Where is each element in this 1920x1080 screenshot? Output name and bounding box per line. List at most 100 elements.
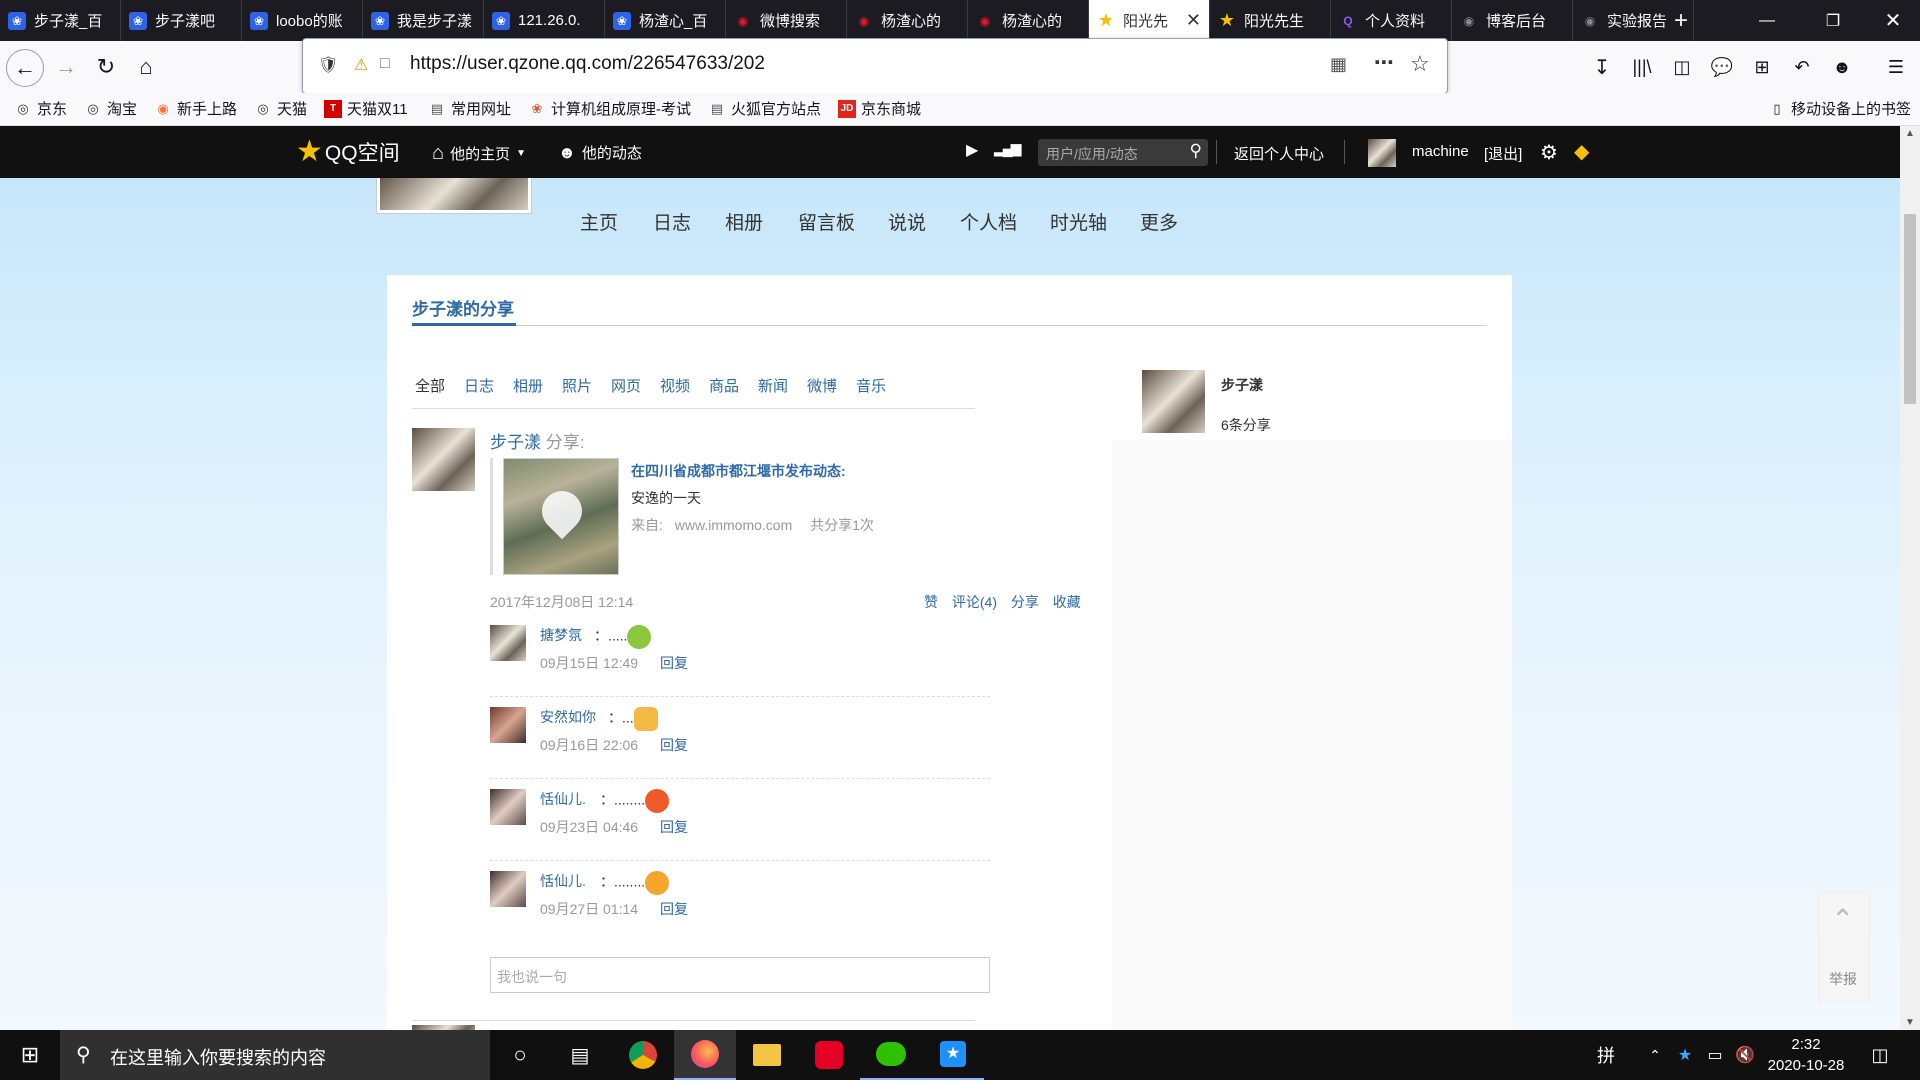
shield-icon[interactable]: 🛡 <box>318 55 338 75</box>
chrome-app-icon[interactable] <box>612 1030 674 1080</box>
nav-home[interactable]: 主页 <box>580 208 618 235</box>
tab-11[interactable]: Q 个人资料 <box>1331 0 1452 41</box>
notification-icon[interactable]: ◫ <box>1860 1030 1900 1080</box>
commenter-name[interactable]: 安然如你 <box>540 707 596 727</box>
bookmark-item[interactable]: ◎ 京东 <box>14 98 67 119</box>
nav-profile[interactable]: 个人档 <box>960 208 1017 235</box>
share-button[interactable]: 分享 <box>1011 594 1039 610</box>
mobile-bookmarks[interactable]: ▯ 移动设备上的书签 <box>1768 98 1911 119</box>
tab-5[interactable]: ❀ 杨渣心_百 <box>605 0 726 41</box>
qzone-logo[interactable]: ★ QQ空间 <box>296 134 400 169</box>
qq-tray-icon[interactable]: ★ <box>1670 1030 1700 1080</box>
tab-7[interactable]: ◉ 杨渣心的 <box>847 0 968 41</box>
forward-icon[interactable]: → <box>48 49 84 85</box>
minimize-icon[interactable]: — <box>1742 0 1792 41</box>
library-icon[interactable]: |||\ <box>1624 49 1660 85</box>
filter-news[interactable]: 新闻 <box>758 375 788 396</box>
username[interactable]: machine <box>1412 143 1469 160</box>
chat-icon[interactable]: 💬 <box>1704 49 1740 85</box>
bookmark-item[interactable]: ❀ 计算机组成原理-考试 <box>528 98 691 119</box>
comment-input[interactable]: 我也说一句 <box>490 957 990 993</box>
search-icon[interactable]: ⚲ <box>1190 141 1202 161</box>
filter-blog[interactable]: 日志 <box>464 375 494 396</box>
his-feed-link[interactable]: ☻ 他的动态 <box>558 142 642 163</box>
qzone-search-input[interactable]: 用户/应用/动态 ⚲ <box>1038 139 1208 166</box>
nav-album[interactable]: 相册 <box>725 208 763 235</box>
location-thumbnail[interactable] <box>503 458 619 575</box>
chevron-up-icon[interactable]: ⌃ <box>1640 1030 1670 1080</box>
ime-indicator[interactable]: 拼 <box>1586 1030 1626 1080</box>
qr-code-icon[interactable]: ▦ <box>1330 54 1347 75</box>
commenter-name[interactable]: 恬仙儿. <box>540 871 586 891</box>
favorite-button[interactable]: 收藏 <box>1053 594 1081 610</box>
source-link[interactable]: www.immomo.com <box>675 517 792 533</box>
like-button[interactable]: 赞 <box>924 594 938 610</box>
netease-music-icon[interactable] <box>798 1030 860 1080</box>
commenter-avatar[interactable] <box>490 789 526 825</box>
reply-link[interactable]: 回复 <box>660 735 688 755</box>
commenter-name[interactable]: 恬仙儿. <box>540 789 586 809</box>
filter-photo[interactable]: 照片 <box>562 375 592 396</box>
bookmark-item[interactable]: ▤ 常用网址 <box>428 98 511 119</box>
signal-bars-icon[interactable]: ▂▄▆ <box>994 140 1021 157</box>
tab-0[interactable]: ❀ 步子漾_百 <box>0 0 121 41</box>
his-home-link[interactable]: ⌂ 他的主页 ▼ <box>432 142 526 165</box>
reply-link[interactable]: 回复 <box>660 817 688 837</box>
post-author-avatar[interactable] <box>412 428 475 491</box>
profile-box-name[interactable]: 步子漾 <box>1221 375 1263 395</box>
tab-2[interactable]: ❀ loobo的账 <box>242 0 363 41</box>
profile-photo[interactable] <box>380 178 528 210</box>
close-window-icon[interactable]: ✕ <box>1866 0 1920 41</box>
url-text[interactable]: https://user.qzone.qq.com/226547633/202 <box>410 53 765 75</box>
scroll-down-icon[interactable]: ▼ <box>1905 1017 1915 1028</box>
undo-icon[interactable]: ↶ <box>1784 49 1820 85</box>
account-icon[interactable]: ☻ <box>1824 49 1860 85</box>
tab-6[interactable]: ◉ 微博搜索 <box>726 0 847 41</box>
close-tab-icon[interactable]: ✕ <box>1186 10 1201 31</box>
download-icon[interactable]: ↧ <box>1584 49 1620 85</box>
menu-icon[interactable]: ☰ <box>1878 49 1914 85</box>
bookmark-item[interactable]: T 天猫双11 <box>324 98 408 119</box>
bookmark-item[interactable]: ◎ 淘宝 <box>84 98 137 119</box>
tab-9[interactable]: ★ 阳光先 ✕ <box>1089 0 1210 41</box>
tab-10[interactable]: ★ 阳光先生 <box>1210 0 1331 41</box>
filter-goods[interactable]: 商品 <box>709 375 739 396</box>
scrollbar-thumb[interactable] <box>1904 214 1916 404</box>
post-headline[interactable]: 在四川省成都市都江堰市发布动态: <box>631 461 846 481</box>
nav-more[interactable]: 更多 <box>1140 208 1178 235</box>
windows-start-icon[interactable]: ⊞ <box>0 1030 60 1080</box>
back-to-center-link[interactable]: 返回个人中心 <box>1234 143 1324 164</box>
nav-timeline[interactable]: 时光轴 <box>1050 208 1107 235</box>
filter-weibo[interactable]: 微博 <box>807 375 837 396</box>
scroll-up-icon[interactable]: ▲ <box>1905 128 1915 139</box>
commenter-avatar[interactable] <box>490 625 526 661</box>
battery-icon[interactable]: ▭ <box>1700 1030 1730 1080</box>
tab-3[interactable]: ❀ 我是步子漾 <box>363 0 484 41</box>
screenshot-icon[interactable]: ⊞ <box>1744 49 1780 85</box>
new-tab-button[interactable]: + <box>1658 0 1704 41</box>
sidebar-icon[interactable]: ◫ <box>1664 49 1700 85</box>
bookmark-item[interactable]: JD 京东商城 <box>838 98 921 119</box>
nav-shuoshuo[interactable]: 说说 <box>888 208 926 235</box>
volume-muted-icon[interactable]: 🔇 <box>1730 1030 1760 1080</box>
task-view-icon[interactable]: ▤ <box>550 1030 610 1080</box>
bookmark-item[interactable]: ◉ 新手上路 <box>154 98 237 119</box>
commenter-name[interactable]: 搪梦氛 <box>540 625 582 645</box>
cortana-icon[interactable]: ○ <box>490 1030 550 1080</box>
qq-app-icon[interactable]: ★ <box>922 1030 984 1080</box>
settings-gear-icon[interactable]: ⚙ <box>1540 140 1558 165</box>
comment-button[interactable]: 评论(4) <box>952 594 997 610</box>
filter-webpage[interactable]: 网页 <box>611 375 641 396</box>
tab-12[interactable]: ◉ 博客后台 <box>1452 0 1573 41</box>
bookmark-item[interactable]: ▤ 火狐官方站点 <box>708 98 821 119</box>
clock[interactable]: 2:32 2020-10-28 <box>1762 1034 1850 1076</box>
page-scrollbar[interactable]: ▼ ▲ <box>1900 126 1920 1030</box>
diamond-vip-icon[interactable]: ◆ <box>1574 139 1589 164</box>
file-explorer-icon[interactable] <box>736 1030 798 1080</box>
logout-link[interactable]: [退出] <box>1484 143 1522 164</box>
back-icon[interactable]: ← <box>6 49 44 87</box>
nav-blog[interactable]: 日志 <box>653 208 691 235</box>
user-avatar[interactable] <box>1368 139 1396 167</box>
play-icon[interactable]: ▶ <box>966 140 978 160</box>
commenter-avatar[interactable] <box>490 871 526 907</box>
